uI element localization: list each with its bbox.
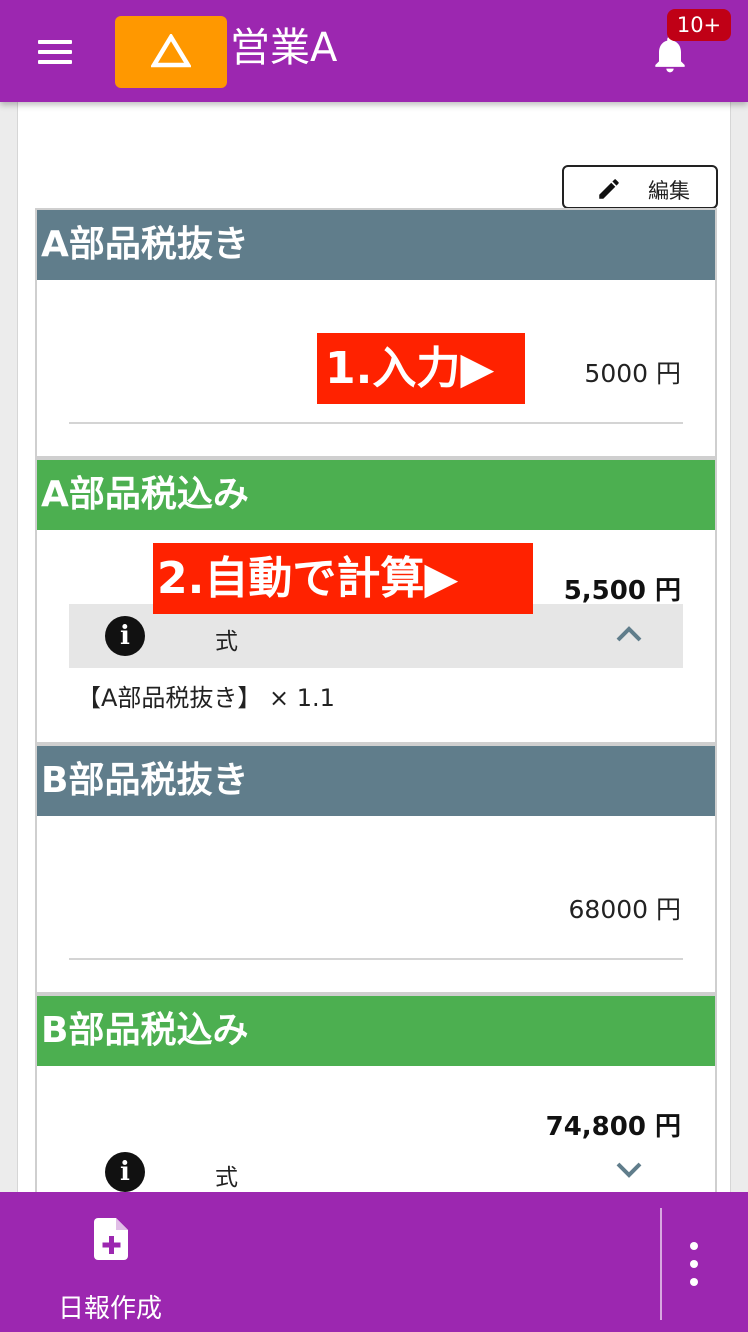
field-title: A部品税抜き	[37, 210, 715, 280]
field-b-part-taxincl: B部品税込み 74,800 円 i 式	[35, 994, 717, 1192]
create-daily-report-button[interactable]: 日報作成	[40, 1212, 190, 1324]
info-icon: i	[105, 616, 145, 656]
field-value-calculated: 5,500 円	[563, 576, 681, 606]
app-title: 営業A	[230, 25, 338, 71]
input-underline	[69, 958, 683, 960]
field-value-calculated: 74,800 円	[545, 1112, 681, 1142]
edit-button[interactable]: 編集	[562, 165, 718, 209]
input-underline	[69, 422, 683, 424]
app-header: 営業A 10+	[0, 0, 748, 102]
field-b-part-pretax: B部品税抜き 68000 円	[35, 744, 717, 994]
field-value-input[interactable]: 68000 円	[569, 890, 681, 926]
bottom-action-bar: 日報作成	[0, 1192, 748, 1332]
callout-input: 1.入力▶	[317, 333, 525, 404]
info-icon: i	[105, 1152, 145, 1192]
field-value-input[interactable]: 5000 円	[584, 354, 681, 390]
chevron-down-icon	[616, 1162, 642, 1178]
edit-button-label: 編集	[648, 179, 690, 203]
formula-text: 【A部品税抜き】 × 1.1	[77, 684, 335, 712]
content-panel: 編集 A部品税抜き 5000 円 A部品税込み 5,500 円 i 式 【A部品…	[17, 102, 731, 1192]
notification-badge[interactable]: 10+	[667, 9, 731, 41]
add-document-icon	[94, 1218, 128, 1260]
formula-toggle[interactable]: i 式	[69, 1140, 683, 1192]
callout-auto-calc: 2.自動で計算▶	[153, 543, 533, 614]
app-logo	[115, 16, 227, 88]
chevron-up-icon	[616, 626, 642, 642]
field-title: B部品税抜き	[37, 746, 715, 816]
more-vertical-icon[interactable]	[680, 1242, 708, 1286]
create-daily-report-label: 日報作成	[58, 1294, 163, 1324]
field-title: B部品税込み	[37, 996, 715, 1066]
triangle-logo-icon	[151, 34, 191, 68]
hamburger-menu-icon[interactable]	[36, 38, 76, 66]
field-title: A部品税込み	[37, 460, 715, 530]
formula-label: 式	[215, 1165, 238, 1191]
divider	[660, 1208, 662, 1320]
pencil-icon	[599, 179, 619, 199]
formula-label: 式	[215, 629, 238, 655]
